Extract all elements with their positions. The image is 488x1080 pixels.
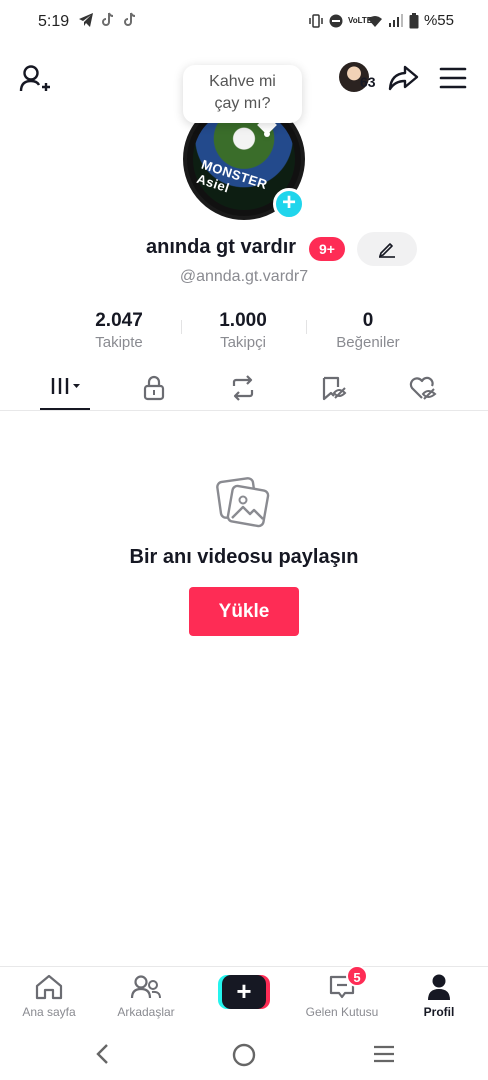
lock-icon — [143, 375, 165, 401]
vibrate-icon — [309, 13, 323, 28]
pencil-icon — [379, 243, 395, 258]
tiktok-icon — [102, 12, 114, 26]
videos-grid-icon — [51, 378, 80, 394]
home-icon — [35, 974, 63, 1000]
nav-profile[interactable]: Profil — [391, 973, 487, 1019]
status-bar: 5:19 VoLTE %55 — [0, 0, 488, 44]
nav-friends-label: Arkadaşlar — [117, 1005, 175, 1019]
nav-inbox[interactable]: Gelen Kutusu — [294, 973, 390, 1019]
telegram-icon — [79, 13, 93, 27]
liked-heart-icon — [409, 376, 437, 400]
status-time: 5:19 — [38, 13, 70, 30]
likes-count: 0 — [362, 310, 374, 331]
display-name: anında gt vardır — [146, 236, 297, 258]
nav-profile-label: Profil — [423, 1005, 455, 1019]
followers-count: 1.000 — [219, 310, 267, 331]
visitor-count[interactable]: 63 — [360, 74, 376, 90]
note-line-2: çay mı? — [214, 95, 271, 112]
active-tab-indicator — [40, 408, 90, 410]
battery-percent: %55 — [423, 12, 454, 29]
tab-liked[interactable] — [393, 365, 453, 411]
profile-stats: 2.047 Takipte 1.000 Takipçi 0 Beğeniler — [0, 310, 488, 354]
followers-stat[interactable]: 1.000 Takipçi — [183, 310, 303, 351]
username-handle: @annda.gt.vardr7 — [179, 268, 309, 285]
note-bubble[interactable]: Kahve mi çay mı? — [183, 65, 302, 123]
nav-home[interactable]: Ana sayfa — [1, 973, 97, 1019]
tab-private[interactable] — [124, 365, 184, 411]
content-tabs — [0, 365, 488, 411]
tiktok-icon — [124, 12, 136, 26]
stat-divider — [306, 320, 307, 334]
battery-icon — [409, 12, 419, 28]
nav-friends[interactable]: Arkadaşlar — [98, 973, 194, 1019]
nav-inbox-label: Gelen Kutusu — [305, 1005, 379, 1019]
following-label: Takipte — [95, 334, 143, 351]
followers-label: Takipçi — [220, 334, 266, 351]
nav-home-label: Ana sayfa — [22, 1005, 76, 1019]
network-label: VoLTE — [347, 15, 373, 25]
create-icon: + — [222, 975, 266, 1009]
name-badge[interactable]: 9+ — [309, 237, 345, 261]
create-button[interactable]: + — [218, 975, 270, 1009]
stat-divider — [181, 320, 182, 334]
share-icon[interactable] — [386, 61, 420, 95]
dnd-icon — [329, 14, 343, 27]
tab-videos[interactable] — [35, 365, 95, 411]
likes-label: Beğeniler — [336, 334, 400, 351]
inbox-badge: 5 — [346, 965, 368, 987]
menu-icon[interactable] — [438, 64, 468, 92]
system-status-icons: VoLTE %55 — [308, 12, 454, 29]
profile-icon — [428, 974, 450, 1000]
back-icon[interactable] — [93, 1042, 113, 1066]
photo-stack-icon — [216, 477, 270, 528]
bubble-dot — [264, 131, 270, 137]
home-circle-icon[interactable] — [231, 1042, 257, 1068]
add-story-button[interactable]: + — [273, 188, 305, 220]
bottom-navigation: Ana sayfa Arkadaşlar + Gelen Kutusu 5 Pr… — [0, 965, 488, 1024]
following-stat[interactable]: 2.047 Takipte — [59, 310, 179, 351]
note-line-1: Kahve mi — [209, 73, 276, 90]
friends-icon — [130, 975, 161, 999]
wifi-icon — [367, 15, 382, 27]
tab-favorites[interactable] — [304, 365, 364, 411]
profile-screen: 5:19 VoLTE %55 63 MONSTER Asiel + Kahve … — [0, 0, 488, 1080]
empty-state-title: Bir anı videosu paylaşın — [129, 546, 359, 568]
tab-reposts[interactable] — [213, 365, 273, 411]
edit-profile-button[interactable] — [357, 232, 417, 266]
add-friend-icon[interactable] — [18, 62, 52, 96]
bookmark-eye-icon — [322, 376, 347, 401]
likes-stat[interactable]: 0 Beğeniler — [308, 310, 428, 351]
recents-icon[interactable] — [372, 1042, 396, 1066]
repost-icon — [232, 375, 254, 401]
notification-icons — [78, 12, 138, 28]
system-navigation — [0, 1030, 488, 1080]
upload-button[interactable]: Yükle — [189, 587, 299, 636]
signal-icon — [388, 13, 403, 27]
name-row: anında gt vardır 9+ — [0, 232, 488, 266]
following-count: 2.047 — [95, 310, 143, 331]
